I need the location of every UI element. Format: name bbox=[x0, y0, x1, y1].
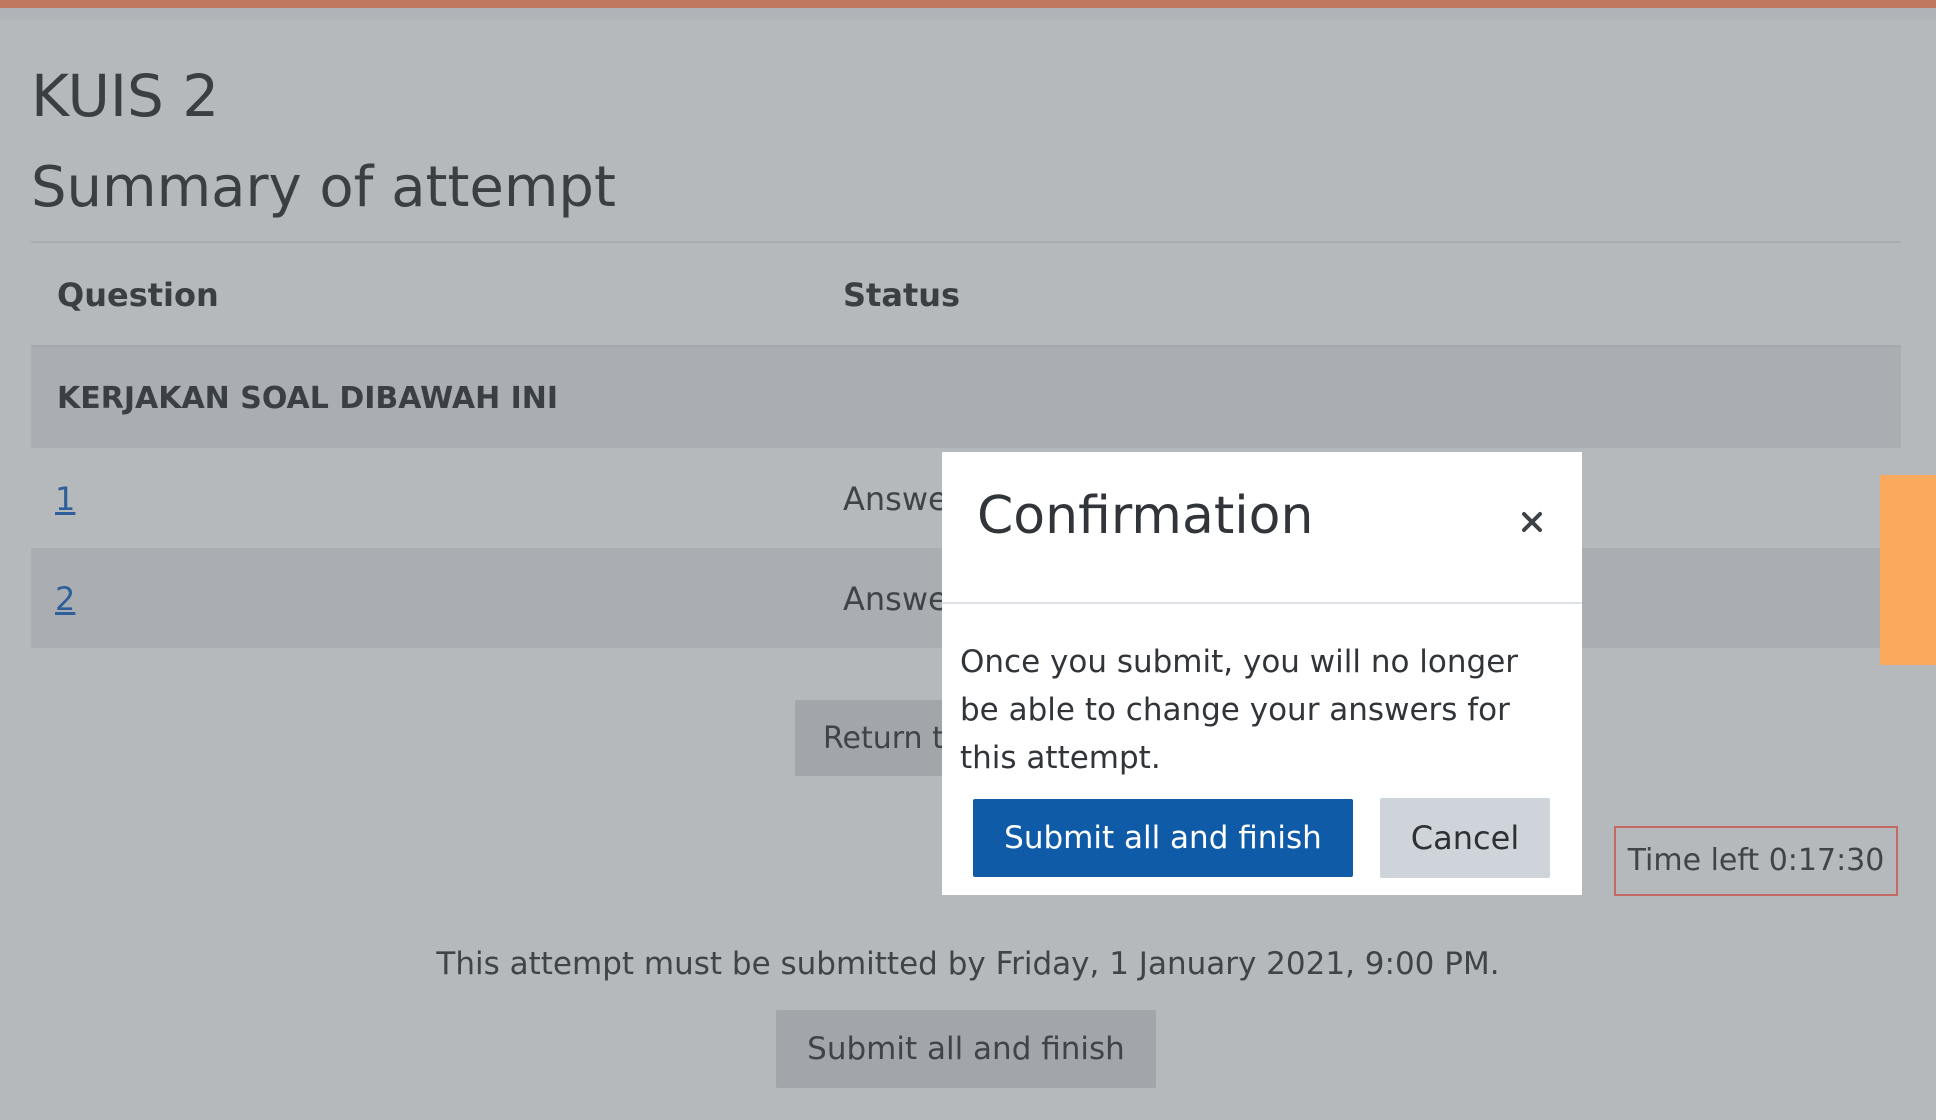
quiz-title: KUIS 2 bbox=[31, 62, 220, 130]
dialog-close-button[interactable] bbox=[1512, 502, 1552, 542]
side-drawer-tab[interactable] bbox=[1880, 475, 1936, 665]
dialog-message: Once you submit, you will no longer be a… bbox=[960, 644, 1519, 776]
submit-all-button[interactable]: Submit all and finish bbox=[776, 1010, 1156, 1088]
page-subtitle: Summary of attempt bbox=[31, 155, 616, 220]
submission-deadline-text: This attempt must be submitted by Friday… bbox=[436, 946, 1500, 982]
dialog-submit-button[interactable]: Submit all and finish bbox=[973, 799, 1353, 877]
column-header-question: Question bbox=[57, 276, 219, 314]
dialog-cancel-button[interactable]: Cancel bbox=[1380, 798, 1550, 878]
confirmation-dialog: Confirmation Once you submit, you will n… bbox=[942, 452, 1582, 895]
top-accent-bar bbox=[0, 0, 1936, 8]
question-status-1: Answe bbox=[843, 480, 948, 518]
question-link-2[interactable]: 2 bbox=[55, 580, 75, 618]
header-shadow bbox=[0, 8, 1936, 20]
time-left-timer: Time left 0:17:30 bbox=[1614, 826, 1898, 896]
dialog-header: Confirmation bbox=[942, 452, 1582, 604]
table-header-row: Question Status bbox=[31, 243, 1901, 348]
section-heading-row: KERJAKAN SOAL DIBAWAH INI bbox=[31, 348, 1901, 448]
dialog-title: Confirmation bbox=[977, 486, 1314, 546]
column-header-status: Status bbox=[843, 276, 961, 314]
section-heading: KERJAKAN SOAL DIBAWAH INI bbox=[57, 381, 559, 416]
close-icon bbox=[1522, 512, 1542, 532]
question-link-1[interactable]: 1 bbox=[55, 480, 75, 518]
question-status-2: Answe bbox=[843, 580, 948, 618]
